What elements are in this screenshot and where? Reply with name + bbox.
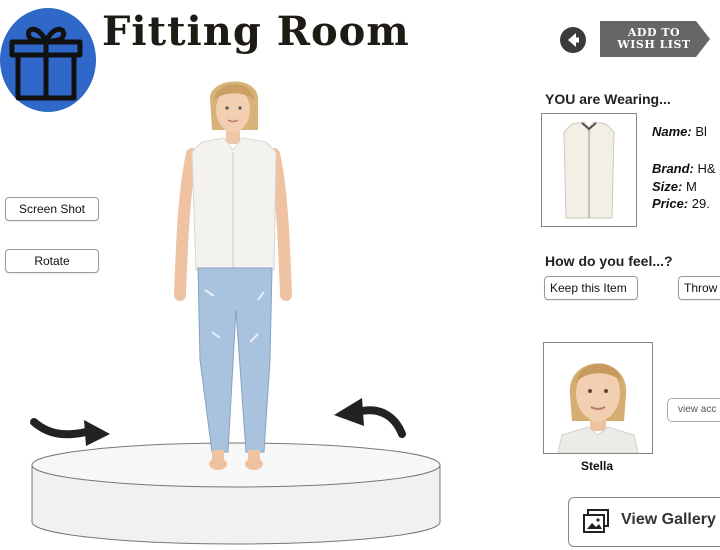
view-gallery-label: View Gallery <box>621 511 716 528</box>
name-value: Bl <box>695 124 707 139</box>
blouse-image <box>563 121 615 219</box>
price-label: Price: <box>652 196 689 211</box>
product-name-row: Name: Bl <box>652 124 707 139</box>
product-brand-row: Brand: H& <box>652 161 716 176</box>
product-thumbnail[interactable] <box>541 113 637 227</box>
size-value: M <box>685 179 697 194</box>
price-value: 29. <box>691 196 710 211</box>
view-accessories-button[interactable]: view acc <box>667 398 720 422</box>
back-button[interactable] <box>560 27 586 53</box>
back-arrow-icon <box>568 33 579 47</box>
curved-arrow-right-icon[interactable] <box>30 418 110 446</box>
wearing-heading: YOU are Wearing... <box>545 91 671 107</box>
model-stage <box>30 81 441 545</box>
keep-item-button[interactable]: Keep this Item <box>544 276 638 300</box>
size-label: Size: <box>652 179 683 194</box>
wishlist-label-line2: WISH LIST <box>617 38 691 51</box>
model-figure <box>174 81 292 470</box>
avatar-thumbnail[interactable] <box>543 342 653 454</box>
avatar-image <box>557 363 639 453</box>
add-to-wishlist-button[interactable]: ADD TO WISH LIST <box>600 21 710 57</box>
wishlist-label: ADD TO WISH LIST <box>608 27 700 51</box>
curved-arrow-left-icon[interactable] <box>334 398 406 438</box>
product-size-row: Size: M <box>652 179 697 194</box>
feedback-heading: How do you feel...? <box>545 253 673 269</box>
view-gallery-button[interactable]: View Gallery <box>568 497 720 547</box>
turntable-platform <box>31 442 441 545</box>
photo-stack-icon <box>583 509 609 533</box>
brand-label: Brand: <box>652 161 694 176</box>
product-price-row: Price: 29. <box>652 196 710 211</box>
page-title: Fitting Room <box>102 8 410 55</box>
name-label: Name: <box>652 124 692 139</box>
throw-item-button[interactable]: Throw <box>678 276 720 300</box>
brand-value: H& <box>697 161 716 176</box>
avatar-name: Stella <box>580 459 613 473</box>
